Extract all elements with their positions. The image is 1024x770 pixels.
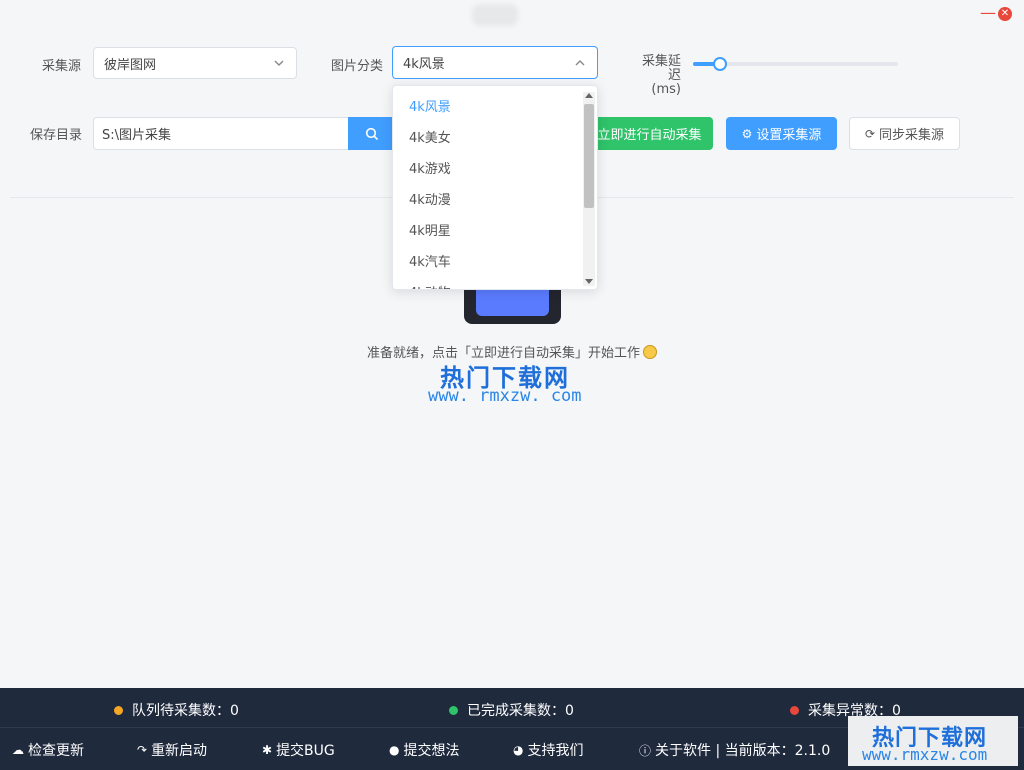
watermark-corner: 热门下载网 www.rmxzw.com bbox=[848, 716, 1018, 766]
scroll-up-icon[interactable] bbox=[585, 93, 593, 98]
bug-icon: ✱ bbox=[262, 743, 273, 757]
queue-status-dot bbox=[114, 705, 123, 715]
info-icon: ⓘ bbox=[639, 743, 652, 758]
lightbulb-icon: ● bbox=[389, 743, 400, 757]
dropdown-option[interactable]: 4k动漫 bbox=[393, 185, 579, 216]
sync-icon: ⟳ bbox=[864, 126, 876, 141]
source-select[interactable]: 彼岸图网 bbox=[93, 47, 297, 79]
support-us-label: 支持我们 bbox=[527, 743, 584, 759]
empty-state-illustration bbox=[464, 290, 561, 324]
category-dropdown-list: 4k风景4k美女4k游戏4k动漫4k明星4k汽车4k动物 bbox=[393, 92, 579, 289]
stat-queue: 队列待采集数：0 bbox=[114, 700, 239, 720]
dropdown-option[interactable]: 4k美女 bbox=[393, 123, 579, 154]
minimize-icon[interactable]: — bbox=[980, 5, 996, 22]
setup-source-button[interactable]: ⚙ 设置采集源 bbox=[726, 117, 837, 150]
check-update-button[interactable]: ☁ 检查更新 bbox=[12, 740, 84, 760]
delay-label-unit: (ms) bbox=[651, 82, 681, 97]
save-dir-value: S:\图片采集 bbox=[102, 128, 172, 143]
error-status-dot bbox=[790, 705, 799, 715]
stat-completed-label: 已完成采集数：0 bbox=[467, 703, 574, 719]
chevron-up-icon bbox=[575, 59, 585, 65]
delay-slider-handle[interactable] bbox=[713, 57, 727, 71]
source-select-value: 彼岸图网 bbox=[104, 57, 157, 73]
stat-completed: 已完成采集数：0 bbox=[449, 700, 574, 720]
sync-source-label: 同步采集源 bbox=[879, 128, 945, 143]
close-icon[interactable]: ✕ bbox=[998, 7, 1012, 21]
browse-button[interactable] bbox=[348, 117, 396, 150]
about-button[interactable]: ⓘ 关于软件 | 当前版本：2.1.0 bbox=[639, 740, 830, 760]
save-dir-input[interactable]: S:\图片采集 bbox=[93, 117, 349, 150]
restart-button[interactable]: ↷ 重新启动 bbox=[137, 740, 207, 760]
smile-emoji-icon bbox=[643, 345, 657, 359]
submit-idea-button[interactable]: ● 提交想法 bbox=[389, 740, 459, 760]
dropdown-option[interactable]: 4k汽车 bbox=[393, 247, 579, 278]
dropdown-option[interactable]: 4k风景 bbox=[393, 92, 579, 123]
stat-queue-label: 队列待采集数：0 bbox=[132, 703, 239, 719]
settings-icon: ⚙ bbox=[741, 126, 753, 141]
save-dir-label: 保存目录 bbox=[30, 128, 83, 143]
chevron-down-icon bbox=[274, 60, 284, 66]
delay-label: 采集延迟 (ms) bbox=[631, 55, 681, 97]
delay-label-text: 采集延迟 bbox=[641, 54, 681, 83]
illustration-screen bbox=[476, 290, 549, 316]
start-auto-collect-label: 立即进行自动采集 bbox=[597, 128, 702, 143]
check-update-label: 检查更新 bbox=[28, 743, 84, 759]
category-select-value: 4k风景 bbox=[403, 57, 445, 72]
sync-source-button[interactable]: ⟳ 同步采集源 bbox=[849, 117, 960, 150]
dropdown-option[interactable]: 4k明星 bbox=[393, 216, 579, 247]
palette-icon: ◕ bbox=[513, 743, 524, 757]
dropdown-scrollbar[interactable] bbox=[583, 92, 595, 286]
submit-bug-button[interactable]: ✱ 提交BUG bbox=[262, 740, 335, 760]
restart-label: 重新启动 bbox=[151, 743, 208, 759]
source-label: 采集源 bbox=[42, 59, 82, 74]
start-auto-collect-button[interactable]: 立即进行自动采集 bbox=[586, 117, 713, 150]
watermark-corner-url: www.rmxzw.com bbox=[862, 745, 988, 764]
cloud-upload-icon: ☁ bbox=[12, 743, 24, 757]
category-select[interactable]: 4k风景 bbox=[392, 46, 598, 79]
restart-icon: ↷ bbox=[137, 743, 148, 757]
submit-idea-label: 提交想法 bbox=[403, 743, 460, 759]
category-dropdown[interactable]: 4k风景4k美女4k游戏4k动漫4k明星4k汽车4k动物 bbox=[392, 85, 598, 290]
watermark-url: www. rmxzw. com bbox=[428, 386, 582, 406]
support-us-button[interactable]: ◕ 支持我们 bbox=[513, 740, 583, 760]
window-title-blurred bbox=[472, 4, 518, 26]
dropdown-option[interactable]: 4k游戏 bbox=[393, 154, 579, 185]
category-label: 图片分类 bbox=[331, 59, 384, 74]
submit-bug-label: 提交BUG bbox=[276, 743, 335, 759]
about-label: 关于软件 | 当前版本：2.1.0 bbox=[655, 743, 831, 759]
setup-source-label: 设置采集源 bbox=[756, 128, 822, 143]
search-icon bbox=[365, 127, 379, 140]
scroll-down-icon[interactable] bbox=[585, 279, 593, 284]
dropdown-option[interactable]: 4k动物 bbox=[393, 278, 579, 289]
completed-status-dot bbox=[449, 705, 458, 715]
scrollbar-thumb[interactable] bbox=[584, 104, 594, 208]
